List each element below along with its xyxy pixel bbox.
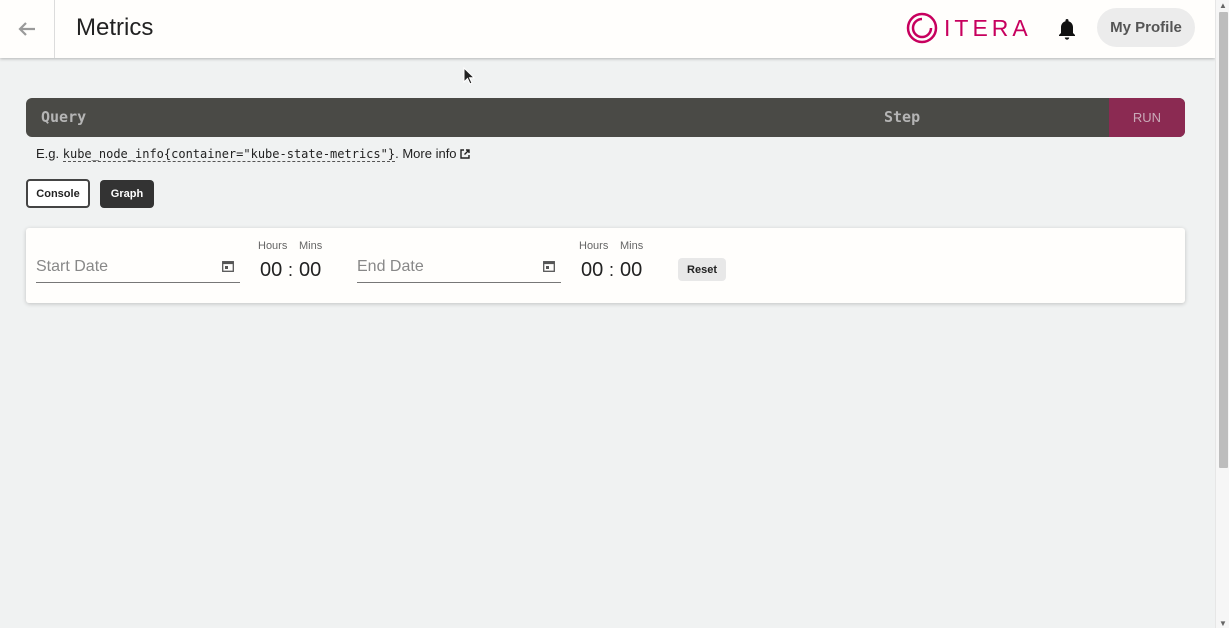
- more-info-label: More info: [402, 146, 457, 161]
- example-suffix: .: [395, 146, 399, 161]
- scroll-down-icon[interactable]: ▼: [1219, 620, 1227, 628]
- end-date-placeholder: End Date: [357, 258, 424, 275]
- time-separator: :: [288, 260, 294, 280]
- start-mins-value[interactable]: 00: [299, 259, 321, 282]
- external-link-icon: [460, 149, 470, 159]
- back-button[interactable]: [0, 0, 55, 58]
- page-title: Metrics: [76, 14, 154, 41]
- app-header: Metrics ITERA My Profile: [0, 0, 1215, 58]
- scroll-up-icon[interactable]: ▲: [1219, 2, 1227, 10]
- scrollbar-thumb[interactable]: [1219, 12, 1228, 468]
- calendar-icon[interactable]: [543, 260, 555, 272]
- vertical-scrollbar[interactable]: ▲ ▼: [1215, 0, 1229, 628]
- time-separator: :: [609, 260, 615, 280]
- tab-graph[interactable]: Graph: [100, 180, 154, 208]
- start-hours-value[interactable]: 00: [260, 259, 282, 282]
- start-hours-label: Hours: [258, 240, 288, 252]
- more-info-link[interactable]: More info: [402, 146, 470, 161]
- arrow-left-icon: [18, 22, 35, 36]
- calendar-icon[interactable]: [222, 260, 234, 272]
- mouse-cursor-icon: [463, 67, 475, 85]
- my-profile-button[interactable]: My Profile: [1097, 8, 1195, 47]
- reset-button[interactable]: Reset: [678, 258, 726, 281]
- step-input[interactable]: Step: [884, 108, 920, 126]
- start-date-placeholder: Start Date: [36, 258, 109, 275]
- query-example: E.g. kube_node_info{container="kube-stat…: [36, 146, 470, 162]
- end-date-field[interactable]: End Date: [357, 256, 561, 283]
- end-mins-label: Mins: [620, 240, 644, 252]
- example-code[interactable]: kube_node_info{container="kube-state-met…: [62, 147, 396, 162]
- query-input[interactable]: Query: [41, 108, 86, 126]
- tab-console[interactable]: Console: [26, 179, 90, 208]
- end-mins-value[interactable]: 00: [620, 259, 642, 282]
- example-prefix: E.g.: [36, 146, 60, 161]
- date-range-panel: Start Date Hours Mins 00 : 00 End Date H…: [26, 228, 1185, 303]
- notifications-button[interactable]: [1057, 18, 1077, 40]
- end-hours-label: Hours: [579, 240, 609, 252]
- query-bar: Query Step RUN: [26, 98, 1185, 137]
- end-hours-value[interactable]: 00: [581, 259, 603, 282]
- run-button[interactable]: RUN: [1109, 98, 1185, 137]
- start-date-field[interactable]: Start Date: [36, 256, 240, 283]
- logo-text: ITERA: [944, 14, 1032, 41]
- itera-logo-icon: [906, 12, 938, 44]
- itera-logo: ITERA: [906, 12, 1032, 44]
- start-mins-label: Mins: [299, 240, 323, 252]
- bell-icon: [1059, 19, 1075, 40]
